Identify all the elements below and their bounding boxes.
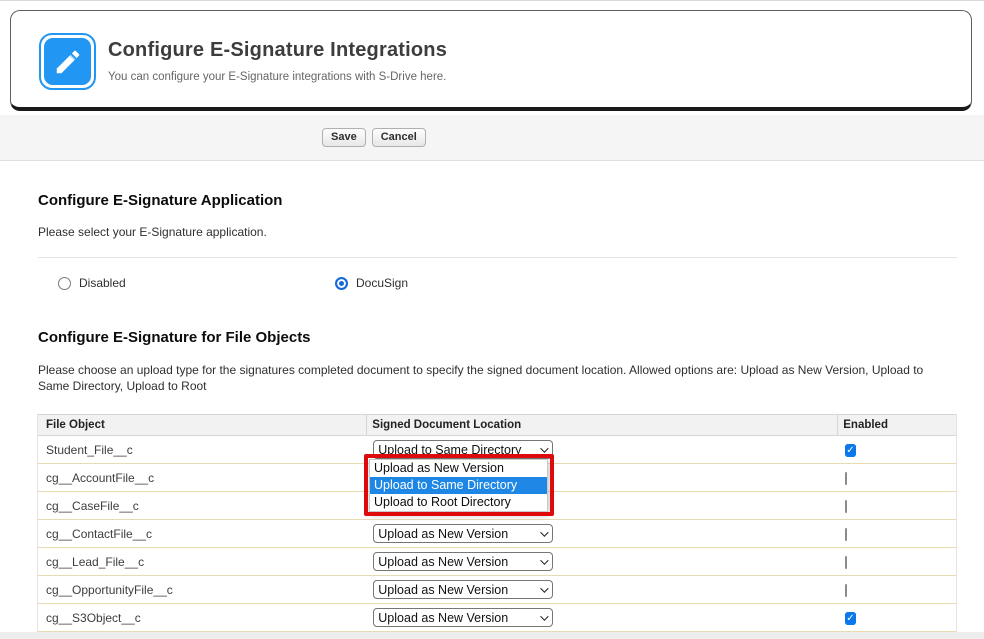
dropdown-option[interactable]: Upload to Root Directory: [370, 494, 547, 511]
chevron-down-icon: [540, 584, 548, 592]
enabled-checkbox[interactable]: ✓: [845, 444, 855, 457]
file-object-label: cg__AccountFile__c: [46, 471, 154, 485]
chevron-down-icon: [540, 444, 548, 452]
enabled-checkbox[interactable]: [845, 556, 847, 569]
table-row: cg__ContactFile__c Upload as New Version: [38, 520, 956, 548]
pencil-icon: [39, 33, 96, 90]
location-select-value: Upload as New Version: [378, 611, 508, 625]
chevron-down-icon: [540, 612, 548, 620]
location-select[interactable]: Upload to Same Directory: [373, 440, 553, 459]
enabled-checkbox[interactable]: [845, 528, 847, 541]
toolbar: Save Cancel: [0, 115, 984, 161]
chevron-down-icon: [540, 556, 548, 564]
file-object-label: cg__OpportunityFile__c: [46, 583, 173, 597]
save-button[interactable]: Save: [322, 128, 366, 147]
page-top-border: [0, 0, 984, 1]
file-object-label: cg__Lead_File__c: [46, 555, 144, 569]
column-header-signed-document-location: Signed Document Location: [367, 414, 838, 436]
radio-circle-icon: [335, 277, 348, 290]
location-select[interactable]: Upload as New Version: [373, 552, 553, 571]
dropdown-option[interactable]: Upload to Same Directory: [370, 477, 547, 494]
enabled-checkbox[interactable]: ✓: [845, 612, 855, 625]
radio-option-disabled[interactable]: Disabled: [58, 276, 126, 290]
pencil-icon-glyph: [53, 47, 83, 77]
location-select-value: Upload as New Version: [378, 583, 508, 597]
page-bottom-strip: [0, 632, 984, 639]
header-panel: Configure E-Signature Integrations You c…: [10, 10, 972, 111]
file-objects-section-title: Configure E-Signature for File Objects: [38, 329, 311, 346]
app-section-title: Configure E-Signature Application: [38, 192, 282, 209]
file-objects-table: File Object Signed Document Location Ena…: [37, 414, 957, 632]
column-header-enabled: Enabled: [838, 419, 956, 431]
location-select-value: Upload as New Version: [378, 555, 508, 569]
enabled-checkbox[interactable]: [845, 584, 847, 597]
page-title: Configure E-Signature Integrations: [108, 39, 447, 62]
location-select[interactable]: Upload as New Version: [373, 580, 553, 599]
location-select[interactable]: Upload as New Version: [373, 608, 553, 627]
chevron-down-icon: [540, 528, 548, 536]
file-object-label: cg__CaseFile__c: [46, 499, 139, 513]
file-objects-section-description: Please choose an upload type for the sig…: [38, 362, 931, 394]
radio-label: Disabled: [79, 276, 126, 290]
file-object-label: cg__ContactFile__c: [46, 527, 152, 541]
table-row: cg__S3Object__c Upload as New Version ✓: [38, 604, 956, 632]
enabled-checkbox[interactable]: [845, 472, 847, 485]
dropdown-option[interactable]: Upload as New Version: [370, 460, 547, 477]
app-section-description: Please select your E-Signature applicati…: [38, 224, 267, 240]
cancel-button[interactable]: Cancel: [372, 128, 426, 147]
page-subtitle: You can configure your E-Signature integ…: [108, 71, 447, 83]
file-object-label: cg__S3Object__c: [46, 611, 141, 625]
column-header-file-object: File Object: [38, 414, 367, 436]
radio-label: DocuSign: [356, 276, 408, 290]
radio-circle-icon: [58, 277, 71, 290]
location-dropdown-open: Upload as New VersionUpload to Same Dire…: [369, 459, 548, 512]
pencil-icon-background: [44, 38, 91, 85]
table-row: cg__OpportunityFile__c Upload as New Ver…: [38, 576, 956, 604]
radio-option-docusign[interactable]: DocuSign: [335, 276, 408, 290]
location-select-value: Upload as New Version: [378, 527, 508, 541]
enabled-checkbox[interactable]: [845, 500, 847, 513]
file-object-label: Student_File__c: [46, 443, 133, 457]
table-header-row: File Object Signed Document Location Ena…: [38, 414, 956, 436]
location-select[interactable]: Upload as New Version: [373, 524, 553, 543]
table-row: cg__Lead_File__c Upload as New Version: [38, 548, 956, 576]
location-select-value: Upload to Same Directory: [378, 443, 521, 457]
section-divider: [38, 257, 957, 258]
